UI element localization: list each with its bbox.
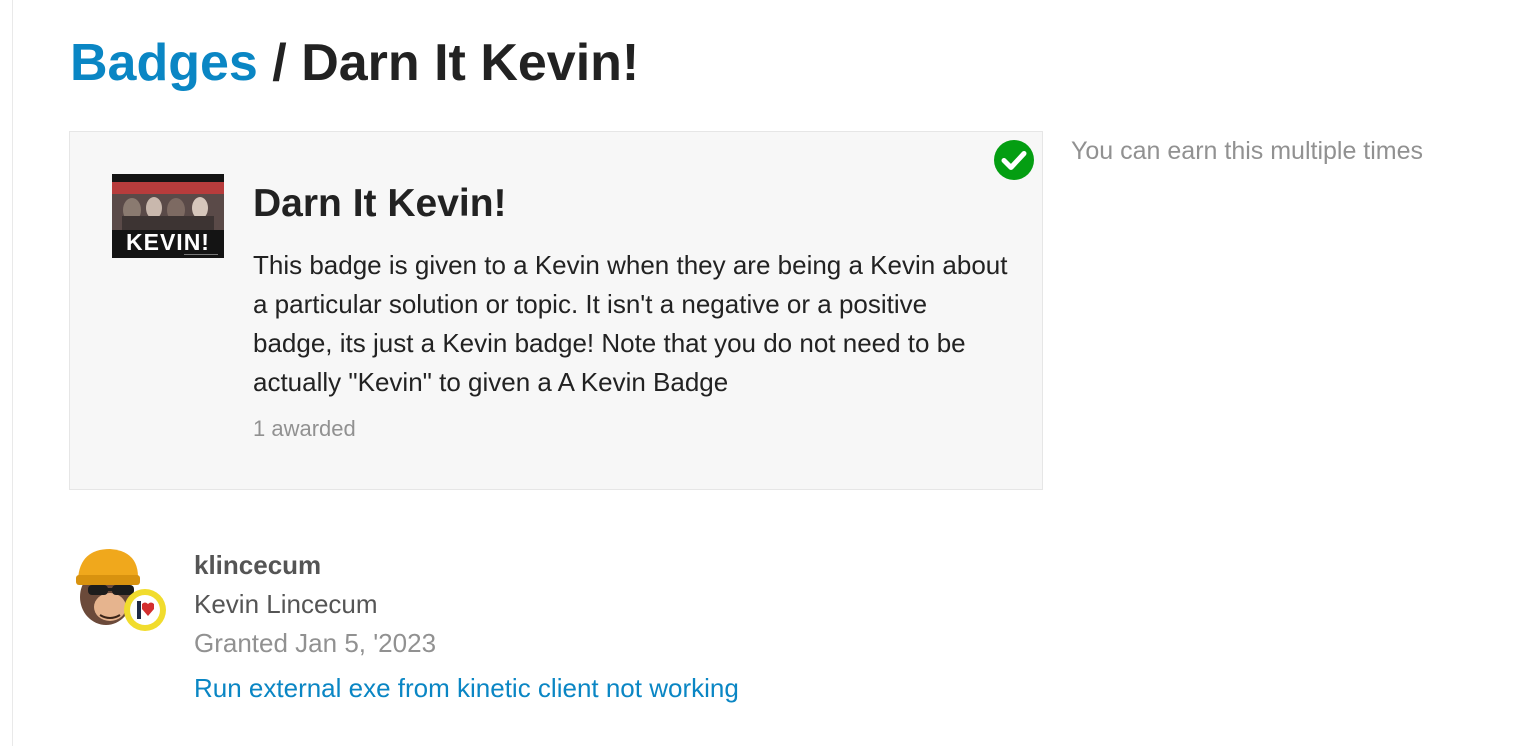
- badges-breadcrumb-link[interactable]: Badges: [70, 34, 258, 92]
- username[interactable]: klincecum: [194, 549, 321, 581]
- flair-badge-icon: [124, 589, 166, 631]
- check-circle-icon: [994, 140, 1034, 180]
- badge-image: KEVIN!: [112, 174, 224, 258]
- badge-description: This badge is given to a Kevin when they…: [253, 250, 1008, 397]
- user-full-name: Kevin Lincecum: [194, 589, 378, 619]
- avatar[interactable]: [72, 545, 168, 635]
- breadcrumb-separator: /: [257, 34, 302, 92]
- badge-card: KEVIN! Darn It Kevin! This badge is give…: [69, 131, 1043, 490]
- granted-date: Granted Jan 5, '2023: [194, 628, 437, 658]
- topic-link[interactable]: Run external exe from kinetic client not…: [194, 672, 739, 704]
- page-left-border: [12, 0, 13, 746]
- badge-title: Darn It Kevin!: [301, 34, 640, 92]
- badge-image-caption: KEVIN!: [126, 229, 210, 255]
- page-title: Badges / Darn It Kevin!: [70, 30, 639, 96]
- awarded-count: 1 awarded: [253, 416, 356, 441]
- badge-name: Darn It Kevin!: [253, 182, 507, 225]
- badge-grant-entry: klincecum Kevin Lincecum Granted Jan 5, …: [72, 545, 972, 715]
- earn-multiple-note: You can earn this multiple times: [1071, 137, 1424, 165]
